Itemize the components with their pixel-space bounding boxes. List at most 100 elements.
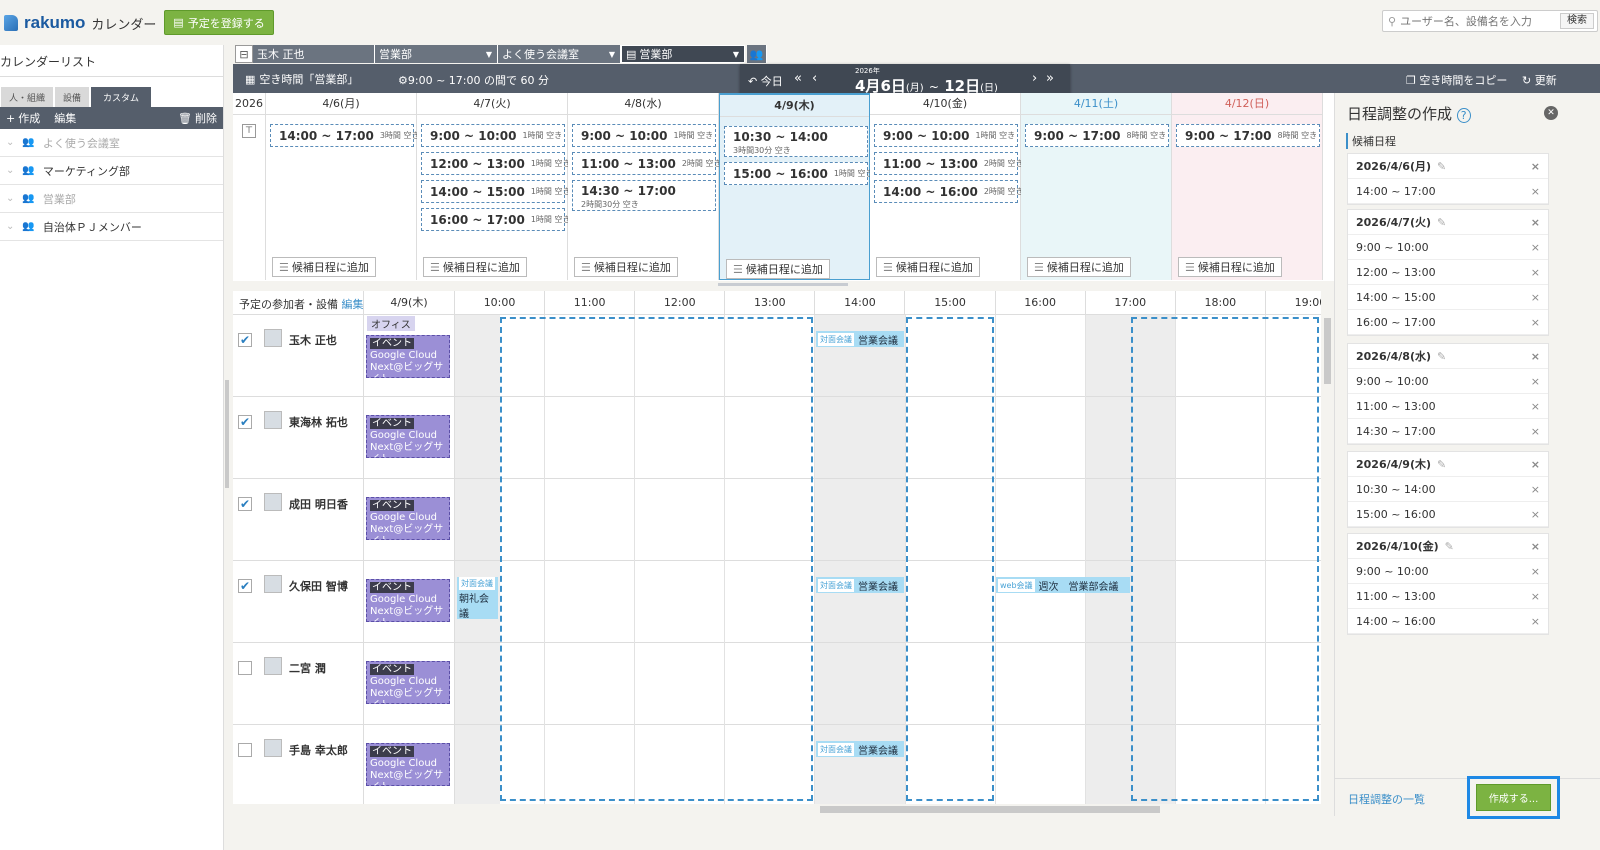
schedule-list-link[interactable]: 日程調整の一覧 <box>1348 791 1425 807</box>
list-item[interactable]: ⌄ 👥 自治体ＰＪメンバー <box>0 213 223 241</box>
remove-date-icon[interactable]: × <box>1531 216 1540 229</box>
collapse-icon[interactable]: ⊟ <box>235 45 253 63</box>
search-input[interactable] <box>1400 14 1541 28</box>
chevron-down-icon[interactable]: ⌄ <box>6 193 14 204</box>
add-candidate-button[interactable]: ☰ 候補日程に追加 <box>423 257 527 277</box>
today-button[interactable]: ↶ 今日 <box>748 73 783 89</box>
collapse-top-icon[interactable]: ⊤ <box>242 124 256 138</box>
free-slot[interactable]: 14:30 ~ 17:00 2時間30分 空き <box>572 180 716 211</box>
remove-time-icon[interactable]: × <box>1531 266 1540 279</box>
participant-checkbox[interactable]: ✔ <box>238 415 252 429</box>
create-button[interactable]: 作成する... <box>1476 784 1551 811</box>
participants-edit-link[interactable]: 編集 <box>342 298 364 311</box>
add-candidate-button[interactable]: ☰ 候補日程に追加 <box>272 257 376 277</box>
participant-checkbox[interactable] <box>238 661 252 675</box>
add-candidate-button[interactable]: ☰ 候補日程に追加 <box>1027 257 1131 277</box>
remove-time-icon[interactable]: × <box>1531 425 1540 438</box>
remove-time-icon[interactable]: × <box>1531 565 1540 578</box>
resize-handle[interactable] <box>718 283 848 286</box>
free-window[interactable] <box>906 317 994 801</box>
refresh-button[interactable]: ↻ 更新 <box>1522 72 1557 88</box>
vertical-scrollbar[interactable] <box>1324 318 1331 384</box>
free-window[interactable] <box>1131 317 1319 801</box>
participant-checkbox[interactable]: ✔ <box>238 333 252 347</box>
tab-people[interactable]: 人・組織 <box>1 87 54 107</box>
event-block[interactable]: イベントGoogle Cloud Next@ビッグサイト <box>366 415 450 458</box>
app-logo[interactable]: rakumo カレンダー <box>4 11 156 35</box>
prev-week-icon[interactable]: « <box>794 71 802 86</box>
list-item[interactable]: ⌄ 👥 よく使う会議室 <box>0 129 223 157</box>
group-selector[interactable]: 営業部 ▼ <box>375 45 498 63</box>
list-item[interactable]: ⌄ 👥 マーケティング部 <box>0 157 223 185</box>
pencil-icon[interactable]: ✎ <box>1445 540 1454 553</box>
free-slot[interactable]: 14:00 ~ 16:00 2時間 空き <box>874 180 1023 203</box>
meeting-block[interactable]: 対面会議 朝礼会議 <box>457 577 498 620</box>
delete-list-button[interactable]: 🗑 削除 <box>178 110 217 126</box>
event-block[interactable]: イベントGoogle Cloud Next@ビッグサイト <box>366 661 450 704</box>
remove-time-icon[interactable]: × <box>1531 316 1540 329</box>
horizontal-scrollbar[interactable] <box>820 806 1160 813</box>
register-event-button[interactable]: ▤ 予定を登録する <box>164 10 274 35</box>
next-day-icon[interactable]: › <box>1032 71 1037 86</box>
close-icon[interactable]: ✕ <box>1544 106 1558 120</box>
create-list-button[interactable]: + 作成 <box>6 110 40 126</box>
pencil-icon[interactable]: ✎ <box>1437 216 1446 229</box>
remove-date-icon[interactable]: × <box>1531 458 1540 471</box>
meeting-block[interactable]: 対面会議 営業会議 <box>816 741 904 757</box>
tab-custom[interactable]: カスタム <box>91 87 152 107</box>
search-button[interactable]: 検索 <box>1560 13 1594 29</box>
free-slot[interactable]: 9:00 ~ 10:00 1時間 空き <box>421 124 565 147</box>
remove-time-icon[interactable]: × <box>1531 375 1540 388</box>
meeting-block[interactable]: web会議 週次 営業部会議 <box>996 577 1130 593</box>
free-slot[interactable]: 9:00 ~ 10:00 1時間 空き <box>874 124 1018 147</box>
next-week-icon[interactable]: » <box>1046 71 1054 86</box>
tab-facilities[interactable]: 設備 <box>55 87 90 107</box>
remove-time-icon[interactable]: × <box>1531 185 1540 198</box>
free-slot[interactable]: 9:00 ~ 17:00 8時間 空き <box>1025 124 1169 147</box>
edit-list-button[interactable]: 編集 <box>54 110 76 126</box>
event-block[interactable]: イベントGoogle Cloud Next@ビッグサイト <box>366 497 450 540</box>
remove-time-icon[interactable]: × <box>1531 508 1540 521</box>
user-selector[interactable]: 玉木 正也 <box>253 45 375 63</box>
add-candidate-button[interactable]: ☰ 候補日程に追加 <box>876 257 980 277</box>
add-candidate-button[interactable]: ☰ 候補日程に追加 <box>574 257 678 277</box>
add-candidate-button[interactable]: ☰ 候補日程に追加 <box>1178 257 1282 277</box>
free-slot[interactable]: 16:00 ~ 17:00 1時間 空き <box>421 208 570 231</box>
free-slot[interactable]: 11:00 ~ 13:00 2時間 空き <box>572 152 721 175</box>
pencil-icon[interactable]: ✎ <box>1437 350 1446 363</box>
free-slot[interactable]: 9:00 ~ 10:00 1時間 空き <box>572 124 716 147</box>
chevron-down-icon[interactable]: ⌄ <box>6 165 14 176</box>
free-slot[interactable]: 14:00 ~ 17:00 3時間 空き <box>270 124 419 147</box>
free-slot[interactable]: 9:00 ~ 17:00 8時間 空き <box>1176 124 1320 147</box>
free-slot[interactable]: 11:00 ~ 13:00 2時間 空き <box>874 152 1023 175</box>
event-block[interactable]: イベントGoogle Cloud Next@ビッグサイト <box>366 579 450 622</box>
add-member-icon[interactable]: 👥 <box>747 45 767 63</box>
meeting-block[interactable]: 対面会議 営業会議 <box>816 331 904 347</box>
participant-checkbox[interactable]: ✔ <box>238 497 252 511</box>
free-window[interactable] <box>500 317 813 801</box>
remove-time-icon[interactable]: × <box>1531 590 1540 603</box>
chevron-down-icon[interactable]: ⌄ <box>6 221 14 232</box>
free-slot[interactable]: 10:30 ~ 14:00 3時間30分 空き <box>724 126 868 157</box>
pencil-icon[interactable]: ✎ <box>1437 458 1446 471</box>
event-block[interactable]: イベントGoogle Cloud Next@ビッグサイト <box>366 335 450 378</box>
room-selector[interactable]: よく使う会議室 ▼ <box>498 45 621 63</box>
participant-checkbox[interactable]: ✔ <box>238 579 252 593</box>
pencil-icon[interactable]: ✎ <box>1437 160 1446 173</box>
remove-time-icon[interactable]: × <box>1531 241 1540 254</box>
remove-date-icon[interactable]: × <box>1531 540 1540 553</box>
free-slot[interactable]: 15:00 ~ 16:00 1時間 空き <box>724 162 873 185</box>
participant-checkbox[interactable] <box>238 743 252 757</box>
user-search[interactable]: ⚲ 検索 <box>1382 10 1598 32</box>
remove-date-icon[interactable]: × <box>1531 160 1540 173</box>
help-icon[interactable]: ? <box>1456 108 1471 123</box>
add-candidate-button[interactable]: ☰ 候補日程に追加 <box>726 259 830 279</box>
prev-day-icon[interactable]: ‹ <box>812 71 817 86</box>
remove-time-icon[interactable]: × <box>1531 291 1540 304</box>
dept-selector[interactable]: ▤ 営業部 ▼ <box>621 45 745 63</box>
free-time-setting[interactable]: ⚙9:00 ~ 17:00 の間で 60 分 <box>398 72 549 88</box>
free-slot[interactable]: 12:00 ~ 13:00 1時間 空き <box>421 152 570 175</box>
copy-free-time-button[interactable]: ❐ 空き時間をコピー <box>1406 72 1507 88</box>
event-block[interactable]: イベントGoogle Cloud Next@ビッグサイト <box>366 743 450 786</box>
remove-time-icon[interactable]: × <box>1531 615 1540 628</box>
